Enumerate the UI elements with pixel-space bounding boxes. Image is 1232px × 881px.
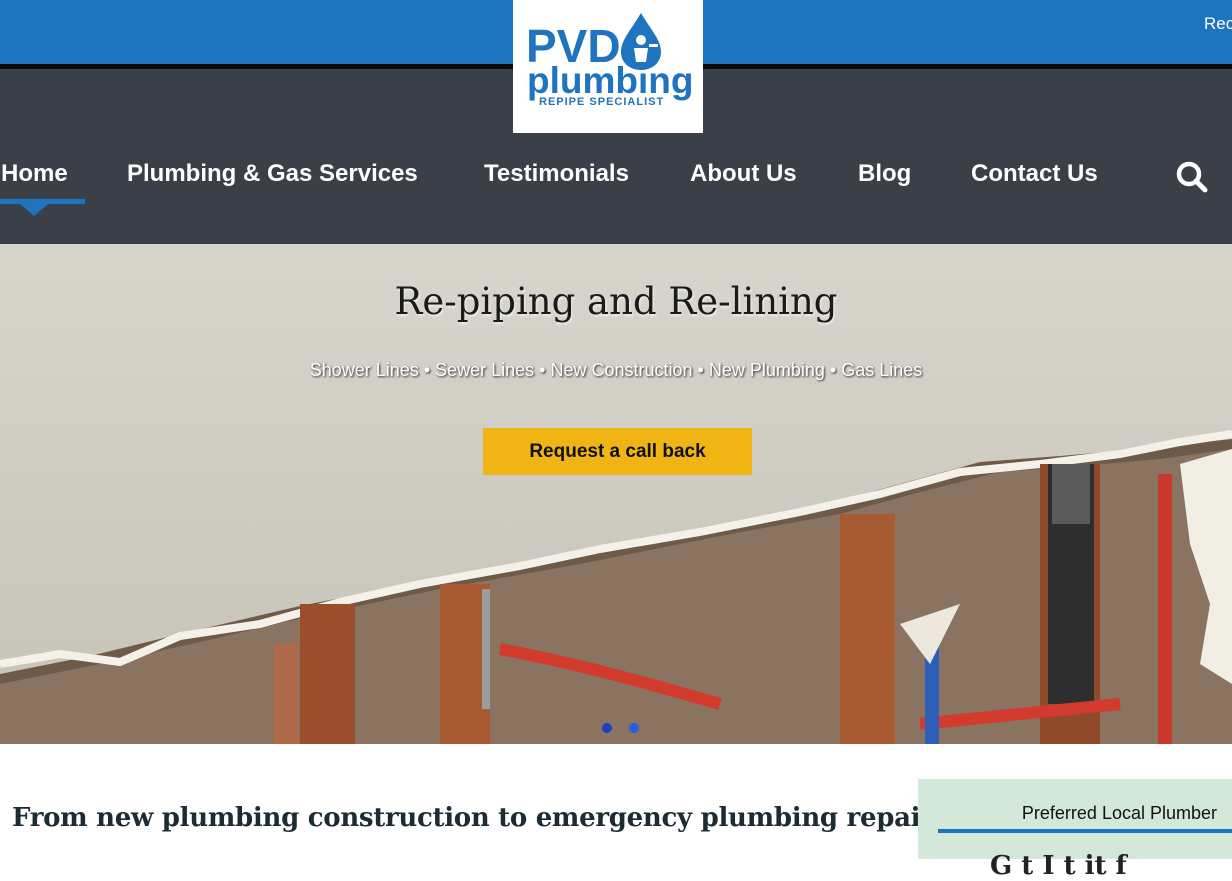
logo-line-tagline: REPIPE SPECIALIST [539,96,664,108]
nav-about-us[interactable]: About Us [690,160,797,188]
panel-divider [938,829,1232,833]
hero-title: Re-piping and Re-lining [394,280,838,323]
top-bar-link[interactable]: Rec [1204,14,1232,34]
slider-dot-1[interactable] [602,723,612,733]
nav-testimonials[interactable]: Testimonials [484,160,629,188]
water-drop-icon [621,13,661,70]
hero-slider: Re-piping and Re-lining Shower Lines • S… [0,244,1232,744]
nav-blog[interactable]: Blog [858,160,911,188]
request-call-back-button[interactable]: Request a call back [483,428,752,475]
nav-plumbing-gas-services[interactable]: Plumbing & Gas Services [127,160,418,188]
preferred-plumber-panel: Preferred Local Plumber G t I t it f [918,779,1232,881]
nav-home[interactable]: Home [1,160,68,188]
panel-heading-partial: G t I t it f [990,851,1127,881]
search-icon[interactable] [1175,160,1209,194]
hero-subtitle: Shower Lines • Sewer Lines • New Constru… [309,360,923,380]
preferred-plumber-label: Preferred Local Plumber [1021,803,1217,823]
logo-line-plumbing: plumbing [527,60,693,101]
site-logo[interactable]: PVD plumbing REPIPE SPECIALIST [513,0,703,133]
nav-active-caret [20,204,48,216]
slider-dot-2[interactable] [629,723,639,733]
nav-contact-us[interactable]: Contact Us [971,160,1098,188]
section-headline: From new plumbing construction to emerge… [12,803,957,833]
